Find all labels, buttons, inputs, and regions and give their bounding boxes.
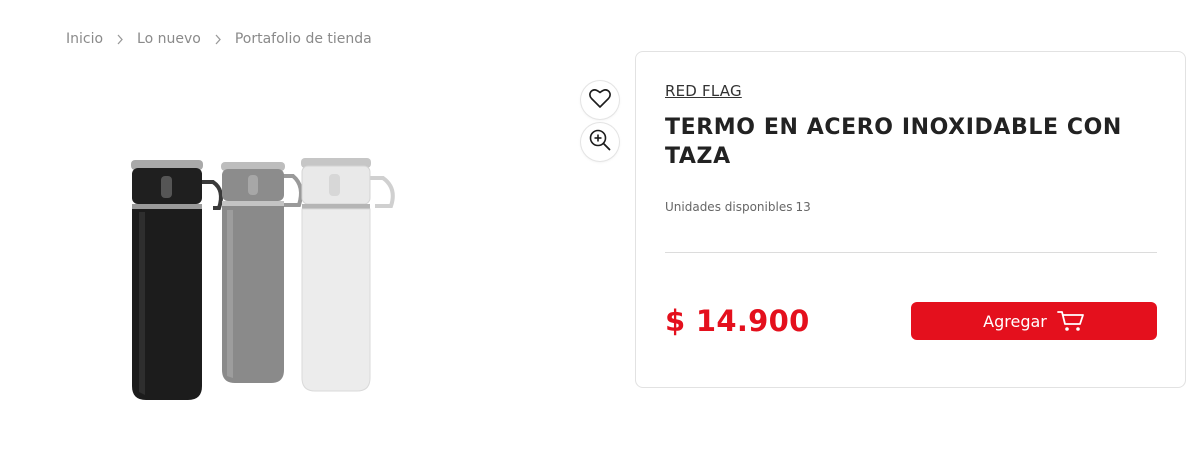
heart-icon	[588, 87, 612, 113]
breadcrumb: Inicio Lo nuevo Portafolio de tienda	[66, 31, 372, 47]
chevron-right-icon	[201, 31, 235, 47]
favorite-button[interactable]	[581, 81, 619, 119]
divider	[665, 252, 1157, 253]
product-image[interactable]	[115, 150, 415, 405]
stock-info: Unidades disponibles 13	[665, 200, 811, 214]
thermos-grey	[221, 162, 303, 383]
stock-count: 13	[795, 200, 811, 214]
breadcrumb-link-lo-nuevo[interactable]: Lo nuevo	[137, 31, 201, 47]
thermos-white	[301, 158, 395, 392]
product-info-card: RED FLAG TERMO EN ACERO INOXIDABLE CON T…	[635, 51, 1186, 388]
add-to-cart-button[interactable]: Agregar	[911, 302, 1157, 340]
add-to-cart-label: Agregar	[983, 311, 1047, 331]
brand-link[interactable]: RED FLAG	[665, 82, 742, 100]
stock-label: Unidades disponibles	[665, 200, 793, 214]
product-title: TERMO EN ACERO INOXIDABLE CON TAZA	[665, 115, 1122, 169]
breadcrumb-link-inicio[interactable]: Inicio	[66, 31, 103, 47]
thermos-black	[131, 160, 223, 400]
chevron-right-icon	[103, 31, 137, 47]
product-price: $ 14.900	[665, 304, 810, 338]
zoom-in-icon	[588, 128, 612, 156]
cart-icon	[1056, 310, 1085, 332]
zoom-button[interactable]	[581, 123, 619, 161]
breadcrumb-link-portafolio[interactable]: Portafolio de tienda	[235, 31, 372, 47]
